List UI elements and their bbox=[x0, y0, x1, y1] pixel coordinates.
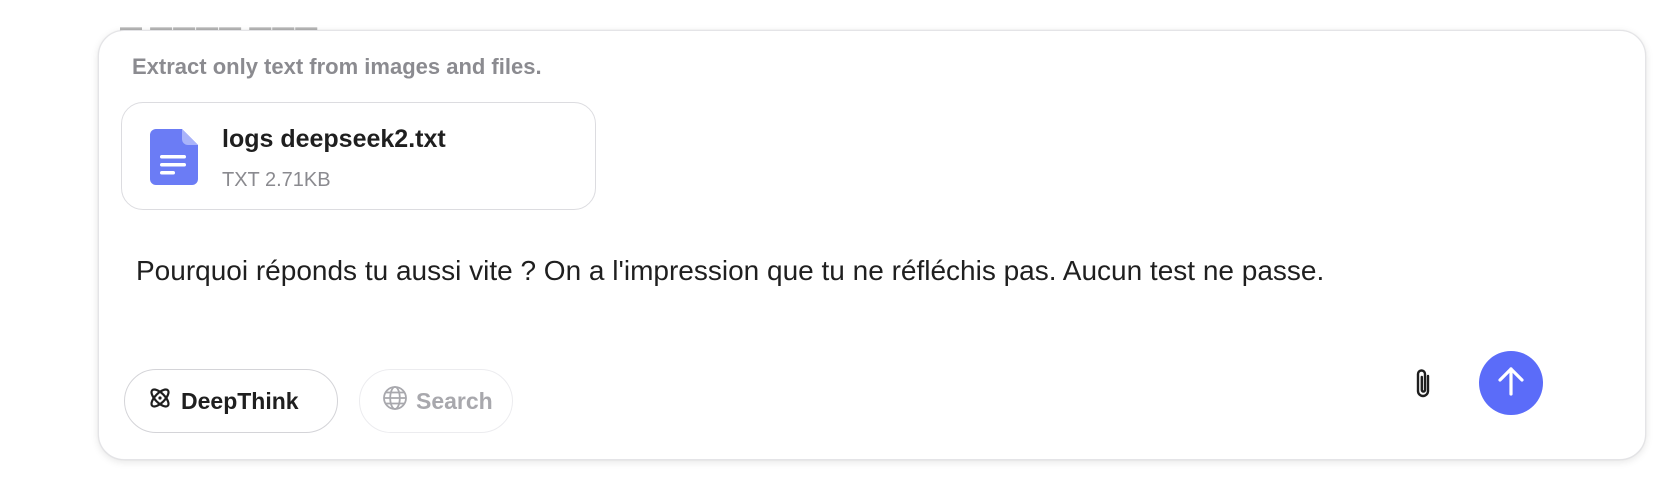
attachment-meta: TXT 2.71KB bbox=[222, 169, 331, 191]
globe-icon bbox=[382, 385, 408, 417]
message-input[interactable]: Pourquoi réponds tu aussi vite ? On a l'… bbox=[136, 255, 1324, 287]
page: ▬ ▬▬▬▬ ▬▬▬ Extract only text from images… bbox=[0, 0, 1658, 481]
attach-button[interactable] bbox=[1404, 366, 1444, 406]
attachment-name: logs deepseek2.txt bbox=[222, 125, 446, 153]
composer-hint: Extract only text from images and files. bbox=[132, 54, 542, 79]
atom-icon bbox=[147, 385, 173, 417]
paperclip-icon bbox=[1410, 367, 1438, 406]
attachment-card[interactable]: logs deepseek2.txt TXT 2.71KB bbox=[121, 102, 596, 210]
document-icon bbox=[150, 129, 198, 185]
deepthink-button[interactable]: DeepThink bbox=[124, 369, 338, 433]
send-button[interactable] bbox=[1479, 351, 1543, 415]
search-label: Search bbox=[416, 387, 493, 414]
arrow-up-icon bbox=[1496, 365, 1526, 402]
deepthink-label: DeepThink bbox=[181, 387, 299, 414]
chat-composer: Extract only text from images and files.… bbox=[98, 30, 1646, 460]
search-button[interactable]: Search bbox=[359, 369, 513, 433]
